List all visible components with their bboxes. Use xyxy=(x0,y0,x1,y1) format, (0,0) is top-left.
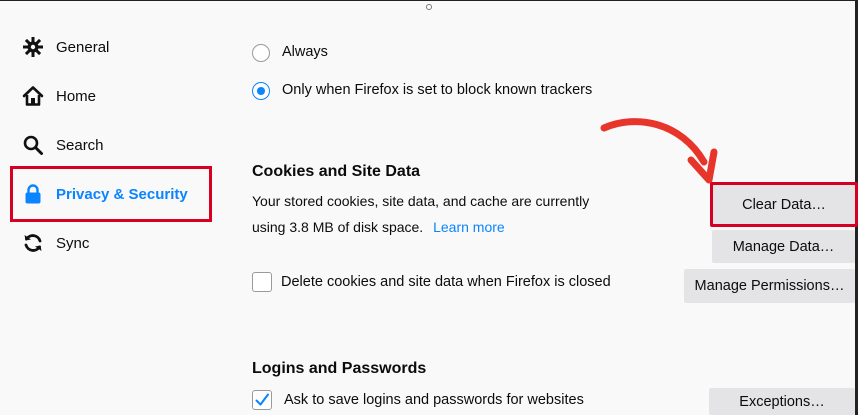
sidebar-item-label: Privacy & Security xyxy=(56,185,188,203)
radio-always[interactable] xyxy=(252,44,270,62)
sidebar-item-general[interactable]: General xyxy=(22,32,109,62)
search-icon xyxy=(22,134,44,156)
camera-dot xyxy=(426,4,432,10)
checkmark-icon xyxy=(255,393,269,406)
annotation-arrow xyxy=(600,118,718,184)
ask-to-save-checkbox[interactable] xyxy=(252,390,272,410)
lock-icon xyxy=(22,183,44,205)
window-top-border xyxy=(0,0,858,1)
sidebar-item-sync[interactable]: Sync xyxy=(22,228,89,258)
sidebar-item-label: General xyxy=(56,38,110,56)
clear-data-button[interactable]: Clear Data… xyxy=(710,182,858,227)
sidebar-item-privacy-security[interactable]: Privacy & Security xyxy=(22,179,188,209)
sidebar-item-label: Search xyxy=(56,136,104,154)
manage-data-button[interactable]: Manage Data… xyxy=(712,230,855,263)
ask-to-save-label: Ask to save logins and passwords for web… xyxy=(284,392,584,408)
radio-always-label: Always xyxy=(282,44,328,60)
delete-on-close-checkbox[interactable] xyxy=(252,272,272,292)
cookies-description-line1: Your stored cookies, site data, and cach… xyxy=(252,193,590,209)
delete-on-close-label: Delete cookies and site data when Firefo… xyxy=(281,274,611,290)
manage-permissions-button[interactable]: Manage Permissions… xyxy=(684,269,855,303)
gear-icon xyxy=(22,36,44,58)
logins-heading: Logins and Passwords xyxy=(252,360,427,377)
cookies-heading: Cookies and Site Data xyxy=(252,163,421,180)
radio-known-trackers[interactable] xyxy=(252,82,270,100)
cookies-description-line2: using 3.8 MB of disk space. Learn more xyxy=(252,214,505,240)
cookies-usage-text: using 3.8 MB of disk space. xyxy=(252,219,424,235)
exceptions-button[interactable]: Exceptions… xyxy=(709,388,855,415)
learn-more-link[interactable]: Learn more xyxy=(433,219,505,235)
home-icon xyxy=(22,85,44,107)
radio-known-trackers-label: Only when Firefox is set to block known … xyxy=(282,82,593,98)
sync-icon xyxy=(22,232,44,254)
sidebar-item-label: Home xyxy=(56,87,97,105)
sidebar-item-label: Sync xyxy=(56,234,90,252)
sidebar-item-search[interactable]: Search xyxy=(22,130,104,160)
sidebar-item-home[interactable]: Home xyxy=(22,81,96,111)
